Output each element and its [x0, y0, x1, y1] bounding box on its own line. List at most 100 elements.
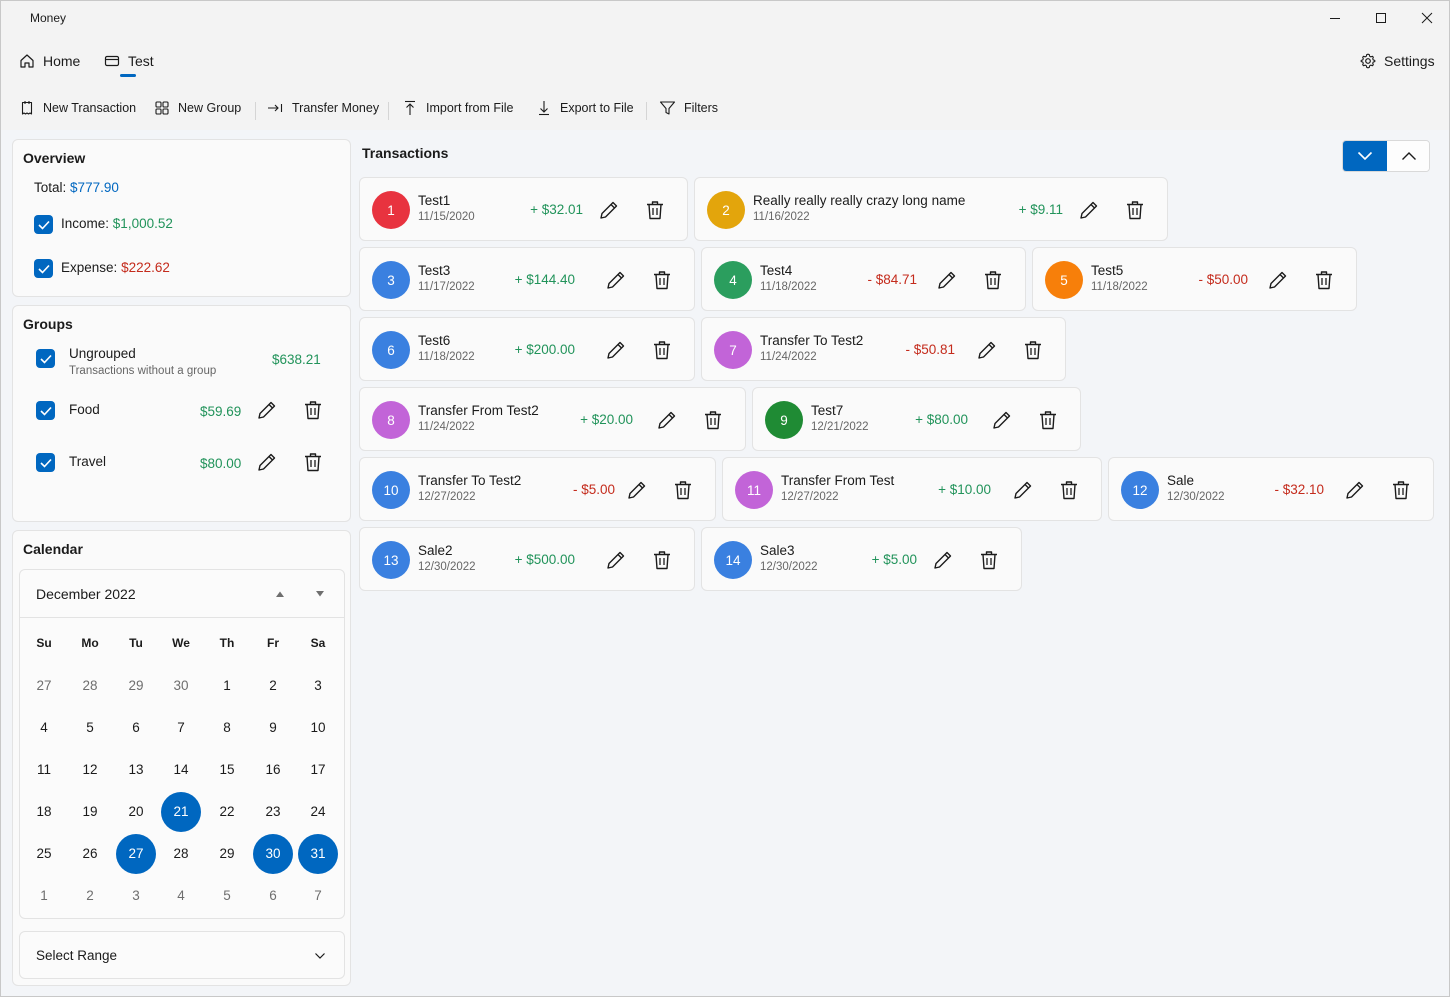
expense-checkbox[interactable]	[34, 259, 53, 278]
edit-transaction-button[interactable]	[653, 406, 681, 434]
calendar-day[interactable]: 31	[298, 834, 338, 874]
calendar-day[interactable]: 5	[70, 708, 110, 748]
edit-transaction-button[interactable]	[602, 336, 630, 364]
calendar-day[interactable]: 24	[298, 792, 338, 832]
maximize-button[interactable]	[1358, 1, 1404, 35]
edit-transaction-button[interactable]	[929, 546, 957, 574]
calendar-day[interactable]: 5	[207, 876, 247, 916]
delete-transaction-button[interactable]	[1387, 476, 1415, 504]
calendar-day[interactable]: 19	[70, 792, 110, 832]
transaction-card[interactable]: 14 Sale3 12/30/2022 + $5.00	[701, 527, 1022, 591]
calendar-day[interactable]: 1	[24, 876, 64, 916]
select-range-dropdown[interactable]: Select Range	[19, 931, 345, 979]
calendar-day[interactable]: 11	[24, 750, 64, 790]
calendar-month-button[interactable]: December 2022	[36, 586, 136, 602]
calendar-day[interactable]: 22	[207, 792, 247, 832]
calendar-day[interactable]: 10	[298, 708, 338, 748]
nav-test[interactable]: Test	[104, 50, 154, 72]
calendar-day[interactable]: 30	[253, 834, 293, 874]
calendar-day[interactable]: 13	[116, 750, 156, 790]
group-checkbox-travel[interactable]	[36, 453, 55, 472]
calendar-day[interactable]: 29	[116, 666, 156, 706]
calendar-day[interactable]: 16	[253, 750, 293, 790]
delete-transaction-button[interactable]	[975, 546, 1003, 574]
transaction-card[interactable]: 13 Sale2 12/30/2022 + $500.00	[359, 527, 695, 591]
delete-transaction-button[interactable]	[979, 266, 1007, 294]
transaction-card[interactable]: 11 Transfer From Test 12/27/2022 + $10.00	[722, 457, 1102, 521]
edit-transaction-button[interactable]	[1341, 476, 1369, 504]
new-group-button[interactable]: New Group	[154, 96, 241, 120]
calendar-day[interactable]: 2	[70, 876, 110, 916]
calendar-day[interactable]: 4	[161, 876, 201, 916]
delete-transaction-button[interactable]	[1121, 196, 1149, 224]
new-transaction-button[interactable]: New Transaction	[19, 96, 136, 120]
delete-transaction-button[interactable]	[669, 476, 697, 504]
calendar-day[interactable]: 8	[207, 708, 247, 748]
calendar-day[interactable]: 17	[298, 750, 338, 790]
calendar-day[interactable]: 28	[161, 834, 201, 874]
edit-transaction-button[interactable]	[602, 546, 630, 574]
nav-home[interactable]: Home	[19, 50, 80, 72]
calendar-day[interactable]: 1	[207, 666, 247, 706]
calendar-prev-button[interactable]	[266, 580, 294, 608]
delete-transaction-button[interactable]	[1055, 476, 1083, 504]
delete-transaction-button[interactable]	[1310, 266, 1338, 294]
edit-transaction-button[interactable]	[602, 266, 630, 294]
transaction-card[interactable]: 10 Transfer To Test2 12/27/2022 - $5.00	[359, 457, 716, 521]
edit-transaction-button[interactable]	[1075, 196, 1103, 224]
calendar-day[interactable]: 26	[70, 834, 110, 874]
calendar-day[interactable]: 23	[253, 792, 293, 832]
delete-transaction-button[interactable]	[648, 336, 676, 364]
calendar-day[interactable]: 21	[161, 792, 201, 832]
delete-transaction-button[interactable]	[648, 546, 676, 574]
export-to-file-button[interactable]: Export to File	[536, 96, 634, 120]
group-checkbox-ungrouped[interactable]	[36, 349, 55, 368]
calendar-day[interactable]: 4	[24, 708, 64, 748]
delete-transaction-button[interactable]	[1034, 406, 1062, 434]
transaction-card[interactable]: 6 Test6 11/18/2022 + $200.00	[359, 317, 695, 381]
transaction-card[interactable]: 1 Test1 11/15/2020 + $32.01	[359, 177, 688, 241]
calendar-day[interactable]: 9	[253, 708, 293, 748]
delete-transaction-button[interactable]	[648, 266, 676, 294]
edit-transaction-button[interactable]	[1009, 476, 1037, 504]
nav-settings[interactable]: Settings	[1360, 50, 1435, 72]
edit-transaction-button[interactable]	[973, 336, 1001, 364]
group-checkbox-food[interactable]	[36, 401, 55, 420]
edit-group-button[interactable]	[253, 448, 281, 476]
calendar-day[interactable]: 27	[116, 834, 156, 874]
edit-transaction-button[interactable]	[933, 266, 961, 294]
transaction-card[interactable]: 9 Test7 12/21/2022 + $80.00	[752, 387, 1081, 451]
calendar-day[interactable]: 7	[298, 876, 338, 916]
delete-transaction-button[interactable]	[1019, 336, 1047, 364]
transaction-card[interactable]: 4 Test4 11/18/2022 - $84.71	[701, 247, 1026, 311]
transaction-card[interactable]: 7 Transfer To Test2 11/24/2022 - $50.81	[701, 317, 1066, 381]
calendar-day[interactable]: 20	[116, 792, 156, 832]
calendar-day[interactable]: 6	[116, 708, 156, 748]
edit-group-button[interactable]	[253, 396, 281, 424]
calendar-day[interactable]: 30	[161, 666, 201, 706]
transaction-card[interactable]: 12 Sale 12/30/2022 - $32.10	[1108, 457, 1434, 521]
calendar-next-button[interactable]	[306, 580, 334, 608]
calendar-day[interactable]: 2	[253, 666, 293, 706]
calendar-day[interactable]: 15	[207, 750, 247, 790]
edit-transaction-button[interactable]	[988, 406, 1016, 434]
calendar-day[interactable]: 12	[70, 750, 110, 790]
calendar-day[interactable]: 3	[298, 666, 338, 706]
transaction-card[interactable]: 2 Really really really crazy long name 11/…	[694, 177, 1168, 241]
edit-transaction-button[interactable]	[595, 196, 623, 224]
transaction-card[interactable]: 3 Test3 11/17/2022 + $144.40	[359, 247, 695, 311]
close-button[interactable]	[1404, 1, 1449, 35]
edit-transaction-button[interactable]	[623, 476, 651, 504]
calendar-day[interactable]: 3	[116, 876, 156, 916]
income-checkbox[interactable]	[34, 215, 53, 234]
transaction-card[interactable]: 5 Test5 11/18/2022 - $50.00	[1032, 247, 1357, 311]
delete-group-button[interactable]	[299, 448, 327, 476]
calendar-day[interactable]: 29	[207, 834, 247, 874]
calendar-day[interactable]: 28	[70, 666, 110, 706]
import-from-file-button[interactable]: Import from File	[402, 96, 514, 120]
transaction-card[interactable]: 8 Transfer From Test2 11/24/2022 + $20.00	[359, 387, 746, 451]
sort-ascending-button[interactable]	[1387, 141, 1429, 171]
calendar-day[interactable]: 18	[24, 792, 64, 832]
minimize-button[interactable]	[1312, 1, 1358, 35]
delete-transaction-button[interactable]	[641, 196, 669, 224]
